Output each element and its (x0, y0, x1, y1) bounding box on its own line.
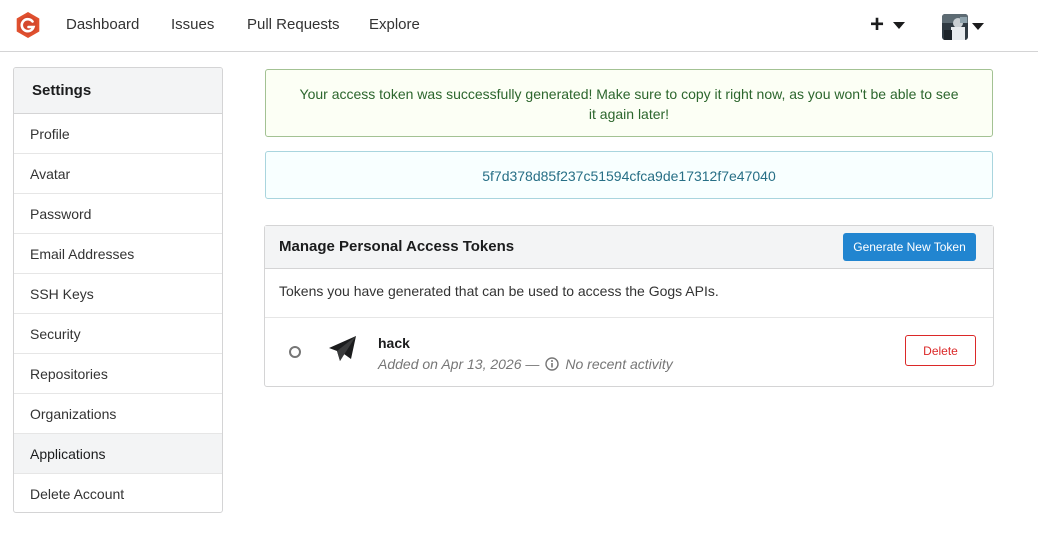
info-circle-icon (545, 357, 560, 371)
token-activity: No recent activity (565, 356, 673, 372)
caret-down-icon (972, 23, 984, 30)
panel-header: Manage Personal Access Tokens Generate N… (265, 226, 993, 269)
sidebar-item-profile[interactable]: Profile (14, 114, 222, 154)
sidebar-item-security[interactable]: Security (14, 314, 222, 354)
create-new-dropdown[interactable]: + (870, 11, 906, 38)
token-row: hack Added on Apr 13, 2026 — No recent a… (265, 318, 993, 386)
nav-dashboard[interactable]: Dashboard (66, 16, 139, 34)
sidebar-item-applications[interactable]: Applications (14, 434, 222, 474)
avatar (942, 13, 968, 40)
nav-issues[interactable]: Issues (171, 16, 214, 34)
gogs-logo-icon[interactable] (14, 11, 42, 39)
panel-description: Tokens you have generated that can be us… (265, 269, 993, 318)
top-navbar: Dashboard Issues Pull Requests Explore + (0, 0, 1038, 52)
panel-title: Manage Personal Access Tokens (279, 238, 515, 255)
caret-down-icon (893, 21, 906, 29)
send-icon (329, 336, 356, 361)
token-meta: Added on Apr 13, 2026 — No recent activi… (378, 356, 673, 372)
sidebar-title: Settings (14, 68, 222, 114)
token-status-circle-icon (289, 346, 301, 358)
generate-new-token-button[interactable]: Generate New Token (843, 233, 976, 261)
settings-sidebar: Settings Profile Avatar Password Email A… (13, 67, 223, 513)
token-added-date: Added on Apr 13, 2026 — (378, 356, 540, 372)
success-message: Your access token was successfully gener… (265, 69, 993, 137)
access-tokens-panel: Manage Personal Access Tokens Generate N… (264, 225, 994, 387)
user-menu-dropdown[interactable] (942, 13, 984, 40)
sidebar-item-repositories[interactable]: Repositories (14, 354, 222, 394)
sidebar-item-delete-account[interactable]: Delete Account (14, 474, 222, 512)
sidebar-item-password[interactable]: Password (14, 194, 222, 234)
sidebar-item-avatar[interactable]: Avatar (14, 154, 222, 194)
sidebar-item-organizations[interactable]: Organizations (14, 394, 222, 434)
generated-token-value[interactable]: 5f7d378d85f237c51594cfca9de17312f7e47040 (265, 151, 993, 199)
plus-icon: + (870, 11, 885, 38)
token-name: hack (378, 335, 410, 351)
nav-pull-requests[interactable]: Pull Requests (247, 16, 340, 34)
nav-explore[interactable]: Explore (369, 16, 420, 34)
sidebar-item-ssh-keys[interactable]: SSH Keys (14, 274, 222, 314)
sidebar-item-email-addresses[interactable]: Email Addresses (14, 234, 222, 274)
delete-token-button[interactable]: Delete (905, 335, 976, 366)
